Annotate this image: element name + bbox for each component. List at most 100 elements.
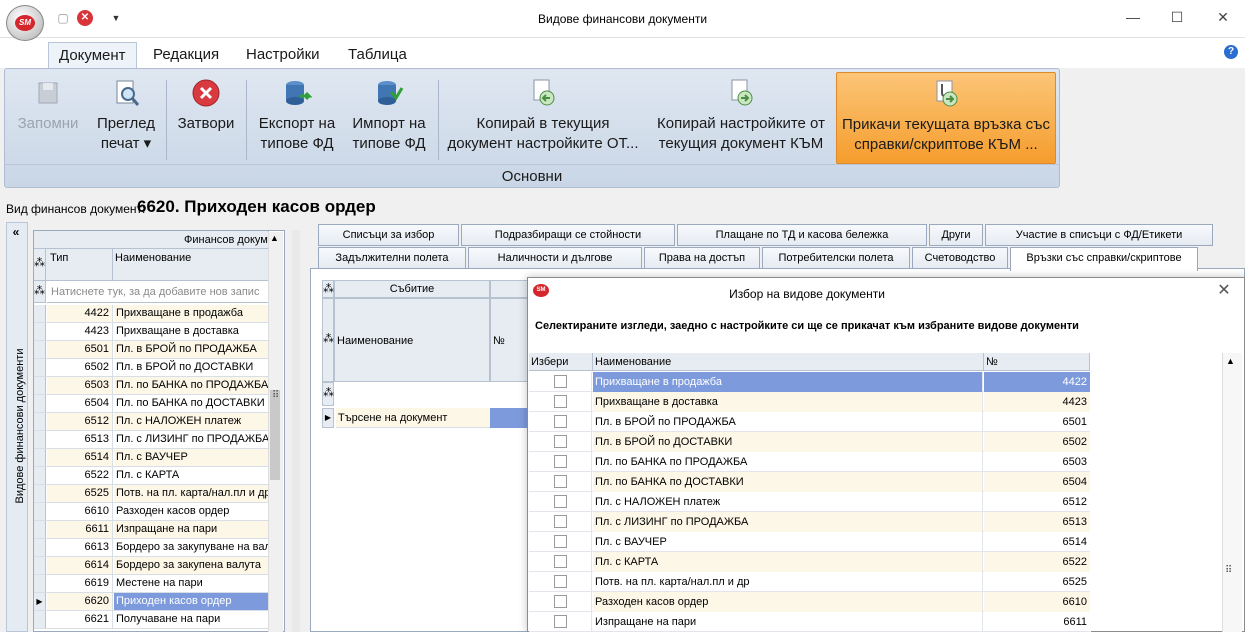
row-indicator[interactable] xyxy=(34,413,46,430)
row-indicator[interactable]: ▶ xyxy=(34,593,46,610)
dialog-row[interactable]: Пл. в БРОЙ по ДОСТАВКИ 6502 xyxy=(529,432,1090,452)
scroll-up-icon[interactable]: ▲ xyxy=(270,233,279,243)
attach-link-button[interactable]: Прикачи текущата връзка със справки/скри… xyxy=(836,72,1056,164)
left-scroll-thumb[interactable] xyxy=(270,390,280,480)
grid-corner-icon[interactable]: ⁂ xyxy=(34,249,46,281)
column-header-select[interactable]: Избери xyxy=(529,353,593,371)
minimize-button[interactable]: — xyxy=(1118,6,1148,28)
dialog-row[interactable]: Прихващане в продажба 4422 xyxy=(529,372,1090,392)
tab-row2-1[interactable]: Наличности и дългове xyxy=(468,247,642,269)
export-types-button[interactable]: Експорт на типове ФД xyxy=(250,72,344,164)
tab-row2-3[interactable]: Потребителски полета xyxy=(762,247,910,269)
dialog-row[interactable]: Прихващане в доставка 4423 xyxy=(529,392,1090,412)
table-row[interactable]: 6614 Бордеро за закупена валута xyxy=(34,557,269,575)
table-row[interactable]: 4423 Прихващане в доставка xyxy=(34,323,269,341)
dialog-row[interactable]: Пл. в БРОЙ по ПРОДАЖБА 6501 xyxy=(529,412,1090,432)
dialog-row[interactable]: Разходен касов ордер 6610 xyxy=(529,592,1090,612)
events-group-header[interactable]: Събитие xyxy=(334,280,490,298)
tab-row2-0[interactable]: Задължителни полета xyxy=(318,247,466,269)
row-indicator[interactable] xyxy=(34,503,46,520)
tab-row1-3[interactable]: Други xyxy=(929,224,983,246)
dialog-row[interactable]: Пл. с ЛИЗИНГ по ПРОДАЖБА 6513 xyxy=(529,512,1090,532)
select-checkbox[interactable] xyxy=(554,395,567,408)
app-logo[interactable]: SM xyxy=(6,5,44,41)
column-header-type[interactable]: Тип xyxy=(46,249,113,281)
row-indicator[interactable] xyxy=(34,305,46,322)
column-header-name[interactable]: Наименование xyxy=(593,353,984,371)
tab-row2-4[interactable]: Счетоводство xyxy=(912,247,1008,269)
table-row[interactable]: 6514 Пл. с ВАУЧЕР xyxy=(34,449,269,467)
import-types-button[interactable]: Импорт на типове ФД xyxy=(344,72,434,164)
select-checkbox[interactable] xyxy=(554,495,567,508)
row-indicator[interactable] xyxy=(34,467,46,484)
select-checkbox[interactable] xyxy=(554,555,567,568)
new-row-input[interactable]: Натиснете тук, за да добавите нов запис xyxy=(47,281,269,303)
collapse-sidebar-button[interactable]: « xyxy=(8,225,24,241)
table-row[interactable]: 6504 Пл. по БАНКА по ДОСТАВКИ xyxy=(34,395,269,413)
row-indicator[interactable] xyxy=(34,485,46,502)
close-button[interactable]: Затвори xyxy=(170,72,242,164)
select-checkbox[interactable] xyxy=(554,575,567,588)
select-checkbox[interactable] xyxy=(554,415,567,428)
dialog-row[interactable]: Пл. по БАНКА по ДОСТАВКИ 6504 xyxy=(529,472,1090,492)
dialog-row[interactable]: Пл. с КАРТА 6522 xyxy=(529,552,1090,572)
panel-splitter[interactable] xyxy=(292,230,300,632)
events-row-num[interactable] xyxy=(490,408,530,428)
table-row[interactable]: 6512 Пл. с НАЛОЖЕН платеж xyxy=(34,413,269,431)
dialog-row[interactable]: Пл. с НАЛОЖЕН платеж 6512 xyxy=(529,492,1090,512)
table-row[interactable]: 6621 Получаване на пари xyxy=(34,611,269,629)
tab-row1-2[interactable]: Плащане по ТД и касова бележка xyxy=(677,224,927,246)
scroll-up-icon[interactable]: ▲ xyxy=(1226,356,1235,366)
row-indicator[interactable] xyxy=(34,539,46,556)
tab-row2-2[interactable]: Права на достъп xyxy=(644,247,760,269)
dialog-row[interactable]: Изпращане на пари 6611 xyxy=(529,612,1090,632)
maximize-button[interactable]: ☐ xyxy=(1162,6,1192,28)
copy-settings-from-button[interactable]: Копирай в текущия документ настройките О… xyxy=(442,72,644,164)
dialog-row[interactable]: Потв. на пл. карта/нал.пл и др 6525 xyxy=(529,572,1090,592)
select-checkbox[interactable] xyxy=(554,515,567,528)
menu-tab-document[interactable]: Документ xyxy=(48,42,137,70)
row-indicator[interactable] xyxy=(34,395,46,412)
select-checkbox[interactable] xyxy=(554,435,567,448)
column-header-name[interactable]: Наименование xyxy=(113,249,269,281)
select-checkbox[interactable] xyxy=(554,615,567,628)
select-checkbox[interactable] xyxy=(554,535,567,548)
copy-settings-to-button[interactable]: Копирай настройките от текущия документ … xyxy=(648,72,834,164)
tab-row1-4[interactable]: Участие в списъци с ФД/Етикети xyxy=(985,224,1213,246)
row-indicator[interactable] xyxy=(34,323,46,340)
tab-row1-1[interactable]: Подразбиращи се стойности xyxy=(461,224,675,246)
dialog-row[interactable]: Пл. с ВАУЧЕР 6514 xyxy=(529,532,1090,552)
dialog-close-button[interactable]: ✕ xyxy=(1214,280,1234,300)
row-indicator[interactable] xyxy=(34,521,46,538)
tab-row1-0[interactable]: Списъци за избор xyxy=(318,224,459,246)
table-row[interactable]: 6619 Местене на пари xyxy=(34,575,269,593)
dialog-scrollbar[interactable] xyxy=(1222,353,1242,632)
table-row[interactable]: 6522 Пл. с КАРТА xyxy=(34,467,269,485)
print-preview-button[interactable]: Преглед печат ▾ xyxy=(88,72,164,164)
select-checkbox[interactable] xyxy=(554,595,567,608)
dialog-row[interactable]: Пл. по БАНКА по ПРОДАЖБА 6503 xyxy=(529,452,1090,472)
table-row[interactable]: 6503 Пл. по БАНКА по ПРОДАЖБА xyxy=(34,377,269,395)
column-header-num[interactable]: № xyxy=(984,353,1090,371)
menu-tab-edit[interactable]: Редакция xyxy=(143,42,229,68)
row-indicator[interactable] xyxy=(34,377,46,394)
row-indicator[interactable] xyxy=(34,359,46,376)
events-row-name[interactable]: Търсене на документ xyxy=(336,408,490,428)
events-column-header-num[interactable]: № xyxy=(490,298,530,382)
table-row[interactable]: 6611 Изпращане на пари xyxy=(34,521,269,539)
select-checkbox[interactable] xyxy=(554,375,567,388)
menu-tab-table[interactable]: Таблица xyxy=(338,42,417,68)
table-row[interactable]: ▶ 6620 Приходен касов ордер xyxy=(34,593,269,611)
close-window-button[interactable]: ✕ xyxy=(1208,6,1238,28)
help-icon[interactable]: ? xyxy=(1224,45,1238,59)
row-indicator[interactable] xyxy=(34,341,46,358)
grid-group-header[interactable]: Финансов документ xyxy=(34,231,269,249)
row-indicator[interactable] xyxy=(34,575,46,592)
table-row[interactable]: 6610 Разходен касов ордер xyxy=(34,503,269,521)
row-indicator[interactable] xyxy=(34,611,46,628)
select-checkbox[interactable] xyxy=(554,475,567,488)
row-indicator[interactable] xyxy=(34,431,46,448)
menu-tab-settings[interactable]: Настройки xyxy=(236,42,330,68)
table-row[interactable]: 6525 Потв. на пл. карта/нал.пл и др xyxy=(34,485,269,503)
row-indicator[interactable] xyxy=(34,557,46,574)
